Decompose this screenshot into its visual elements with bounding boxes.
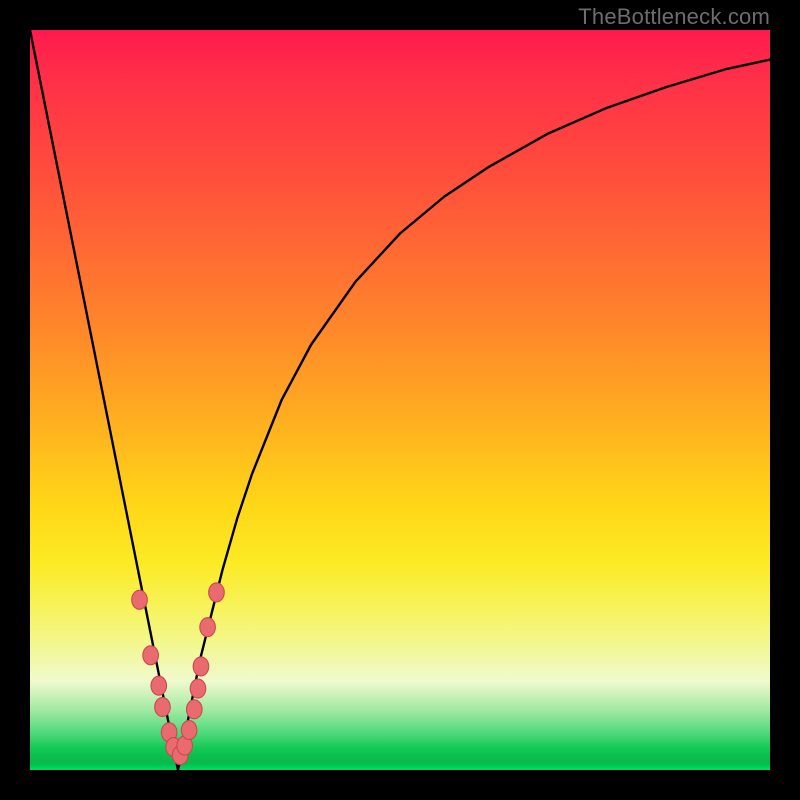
data-marker <box>209 583 225 602</box>
data-marker <box>143 646 159 665</box>
data-marker <box>200 618 216 637</box>
plot-area <box>30 30 770 770</box>
bottleneck-curve <box>30 30 770 770</box>
data-marker <box>132 590 148 609</box>
data-marker <box>193 657 209 676</box>
data-marker <box>186 700 202 719</box>
data-marker <box>190 679 206 698</box>
curve-svg <box>30 30 770 770</box>
data-marker <box>151 676 167 695</box>
data-marker <box>181 721 197 740</box>
data-marker <box>155 698 171 717</box>
watermark-text: TheBottleneck.com <box>578 4 770 30</box>
chart-frame: TheBottleneck.com <box>0 0 800 800</box>
